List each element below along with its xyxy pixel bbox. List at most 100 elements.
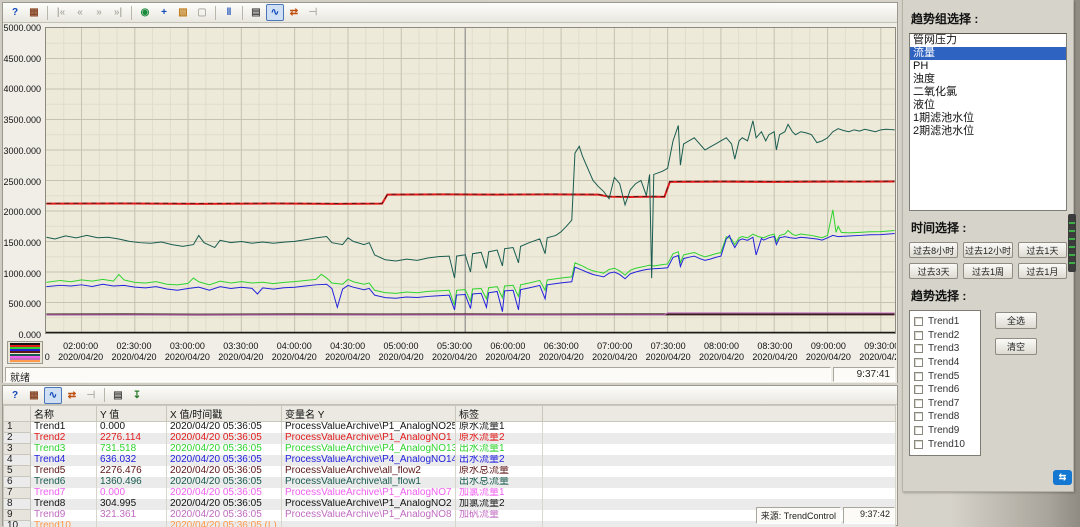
export-file-icon[interactable]: ↧: [128, 387, 146, 404]
cell-var: ProcessValueArchive\P4_AnalogNO14: [281, 454, 456, 466]
checkbox[interactable]: [914, 412, 923, 422]
cell-tag: [455, 520, 543, 527]
cell-name: Trend4: [30, 454, 97, 466]
trend-group-item[interactable]: 管网压力: [910, 34, 1066, 47]
pause-icon[interactable]: ‖: [220, 4, 238, 21]
trend-checkbox-row[interactable]: Trend6: [914, 383, 976, 397]
table-column-header[interactable]: [3, 405, 31, 422]
remote-control-tray-icon[interactable]: ⇆: [1053, 470, 1072, 485]
export-data-icon[interactable]: ⇄: [63, 387, 81, 404]
ruler-icon[interactable]: ∿: [44, 386, 62, 404]
trend-chart-area: 0.000 500.000 1000.000 1500.000 2000.000 2500…: [3, 23, 897, 364]
trend-group-label: 趋势组选择 :: [911, 12, 979, 26]
cell-num: 6: [3, 476, 31, 488]
trend-colors-legend-icon[interactable]: [7, 341, 43, 364]
trend-checkbox-row[interactable]: Trend4: [914, 356, 976, 370]
table-column-header[interactable]: X 值/时间戳: [166, 405, 282, 422]
table-column-header[interactable]: [542, 405, 896, 422]
trend-group-item[interactable]: PH: [910, 60, 1066, 73]
table-row[interactable]: 5 Trend5 2276.476 2020/04/20 05:36:05 Proces…: [3, 465, 896, 477]
toolbar-separator: [215, 5, 216, 20]
properties-icon[interactable]: ▦: [25, 4, 43, 21]
trend-group-item[interactable]: 二氧化氯: [910, 86, 1066, 99]
table-column-header[interactable]: 名称: [30, 405, 97, 422]
print-icon[interactable]: ▤: [109, 387, 127, 404]
time-range-button[interactable]: 过去1月: [1017, 263, 1067, 279]
checkbox[interactable]: [914, 398, 923, 408]
table-row[interactable]: 3 Trend3 731.518 2020/04/20 05:36:05 Process…: [3, 443, 896, 455]
next-record-icon[interactable]: »: [90, 4, 108, 21]
trend-group-item[interactable]: 2期滤池水位: [910, 125, 1066, 138]
table-column-header[interactable]: 标签: [455, 405, 543, 422]
clear-button[interactable]: 清空: [995, 338, 1037, 355]
trend-checkbox-row[interactable]: Trend1: [914, 315, 976, 329]
last-record-icon[interactable]: »|: [109, 4, 127, 21]
cell-x: 2020/04/20 05:36:05: [166, 454, 282, 466]
select-time-range-icon[interactable]: ▢: [193, 4, 211, 21]
time-range-button[interactable]: 过去3天: [909, 263, 959, 279]
table-row[interactable]: 6 Trend6 1360.496 2020/04/20 05:36:05 Proces…: [3, 476, 896, 488]
trend-group-item[interactable]: 浊度: [910, 73, 1066, 86]
trend-checkbox-row[interactable]: Trend3: [914, 342, 976, 356]
zoom-icon[interactable]: ◉: [136, 4, 154, 21]
cell-num: 4: [3, 454, 31, 466]
table-row[interactable]: 4 Trend4 636.032 2020/04/20 05:36:05 Process…: [3, 454, 896, 466]
help-icon[interactable]: ?: [6, 4, 24, 21]
checkbox[interactable]: [914, 358, 923, 368]
cell-fill: [542, 487, 896, 499]
relative-axes-icon[interactable]: ⊣: [304, 4, 322, 21]
trend-checkbox-row[interactable]: Trend7: [914, 397, 976, 411]
cell-num: 1: [3, 421, 31, 433]
checkbox[interactable]: [914, 317, 923, 327]
table-row[interactable]: 1 Trend1 0.000 2020/04/20 05:36:05 ProcessVa…: [3, 421, 896, 433]
cell-fill: [542, 443, 896, 455]
y-tick-label: 3000.000: [3, 145, 41, 156]
ruler-table-window: ? ▦ ∿ ⇄ ⊣ ▤ ↧ 名称 Y 值X 值/时间戳 变量名 Y 标签 1 Trend1 0.000…: [2, 385, 898, 527]
table-row[interactable]: 2 Trend2 2276.114 2020/04/20 05:36:05 Proces…: [3, 432, 896, 444]
ruler-icon[interactable]: ∿: [266, 4, 284, 21]
time-range-button[interactable]: 过去1天: [1017, 242, 1067, 258]
trend-plot[interactable]: [45, 27, 896, 334]
select-all-button[interactable]: 全选: [995, 312, 1037, 329]
trend-checkbox-row[interactable]: Trend9: [914, 424, 976, 438]
trend-group-item[interactable]: 液位: [910, 99, 1066, 112]
original-view-icon[interactable]: ▧: [174, 4, 192, 21]
first-record-icon[interactable]: |«: [52, 4, 70, 21]
table-row[interactable]: 7 Trend7 0.000 2020/04/20 05:36:05 ProcessVa…: [3, 487, 896, 499]
screen-edge-grip[interactable]: [1068, 214, 1076, 272]
time-range-button[interactable]: 过去1周: [963, 263, 1013, 279]
checkbox[interactable]: [914, 426, 923, 436]
y-tick-label: 500.000: [8, 299, 41, 310]
table-column-header[interactable]: 变量名 Y: [281, 405, 456, 422]
trend-checkbox-row[interactable]: Trend5: [914, 369, 976, 383]
move-trend-icon[interactable]: +: [155, 4, 173, 21]
checkbox-label: Trend8: [928, 411, 960, 423]
trend-checkbox-row[interactable]: Trend2: [914, 329, 976, 343]
checkbox[interactable]: [914, 344, 923, 354]
series-Trend2: [46, 180, 895, 205]
checkbox[interactable]: [914, 371, 923, 381]
trend-checkbox-row[interactable]: Trend8: [914, 410, 976, 424]
time-buttons: 过去8小时 过去12小时 过去1天过去3天 过去1周 过去1月: [909, 242, 1067, 279]
trend-checkbox-list: Trend1 Trend2 Trend3 Trend4 Trend5 Trend6 Tren…: [909, 310, 981, 456]
checkbox[interactable]: [914, 385, 923, 395]
trend-checkbox-row[interactable]: Trend10: [914, 437, 976, 451]
statistics-icon[interactable]: ⊣: [82, 387, 100, 404]
time-range-button[interactable]: 过去12小时: [963, 242, 1013, 258]
table-column-header[interactable]: Y 值: [96, 405, 167, 422]
trend-group-listbox[interactable]: 管网压力 流量 PH 浊度 二氧化氯 液位 1期滤池水位 2期滤池水位: [909, 33, 1067, 211]
cell-tag: 出水总流量: [455, 476, 543, 488]
cell-y: 0.000: [96, 487, 167, 499]
time-range-button[interactable]: 过去8小时: [909, 242, 959, 258]
y-tick-label: 5000.000: [3, 23, 41, 33]
help-icon[interactable]: ?: [6, 387, 24, 404]
trend-group-item[interactable]: 1期滤池水位: [910, 112, 1066, 125]
checkbox[interactable]: [914, 439, 923, 449]
properties-icon[interactable]: ▦: [25, 387, 43, 404]
cell-x: 2020/04/20 05:36:05: [166, 443, 282, 455]
print-icon[interactable]: ▤: [247, 4, 265, 21]
trend-group-item[interactable]: 流量: [910, 47, 1066, 60]
export-icon[interactable]: ⇄: [285, 4, 303, 21]
checkbox[interactable]: [914, 330, 923, 340]
previous-record-icon[interactable]: «: [71, 4, 89, 21]
